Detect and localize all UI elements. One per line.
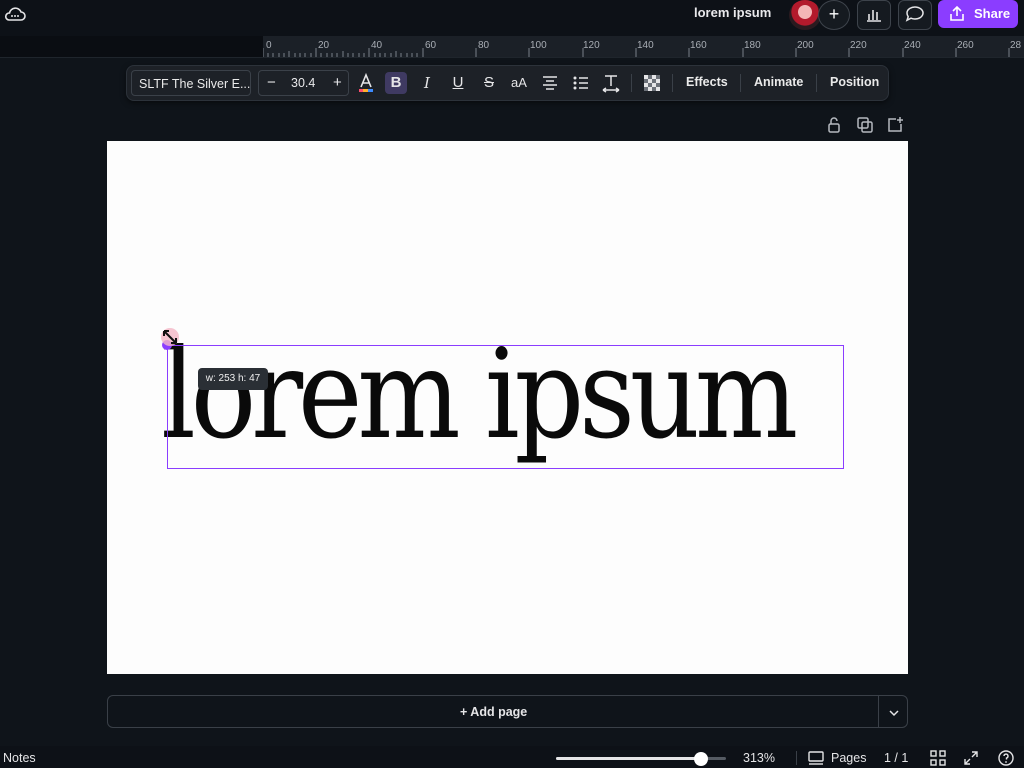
- pages-icon[interactable]: [808, 750, 824, 766]
- resize-cursor-icon: [161, 328, 179, 346]
- spacing-icon[interactable]: [600, 72, 622, 94]
- help-icon[interactable]: [998, 750, 1014, 766]
- grid-view-icon[interactable]: [930, 750, 946, 766]
- share-upload-icon: [950, 5, 964, 21]
- position-button[interactable]: Position: [830, 75, 879, 89]
- top-bar: lorem ipsum + Share: [0, 0, 1024, 36]
- document-title[interactable]: lorem ipsum: [694, 5, 771, 20]
- lock-icon[interactable]: [825, 116, 843, 134]
- insights-button[interactable]: [857, 0, 891, 30]
- toolbar-divider: [816, 74, 817, 92]
- ruler-ticks: [263, 48, 1010, 57]
- ruler: 0 20 40 60 80 100 120 140 160 180 200 22…: [0, 36, 1024, 58]
- toolbar-divider: [631, 74, 632, 92]
- strikethrough-icon[interactable]: S: [478, 72, 500, 94]
- font-size-stepper: − 30.4 +: [258, 70, 349, 96]
- duplicate-page-icon[interactable]: [856, 116, 874, 134]
- text-format-toolbar: SLTF The Silver E... − 30.4 + B I U S aA…: [126, 65, 889, 101]
- transparency-icon[interactable]: [641, 72, 663, 94]
- bullet-list-icon[interactable]: [570, 72, 592, 94]
- share-label: Share: [974, 6, 1011, 21]
- notes-button[interactable]: Notes: [3, 751, 36, 765]
- zoom-level[interactable]: 313%: [743, 751, 775, 765]
- selection-box[interactable]: [167, 345, 844, 469]
- comment-icon: [905, 6, 924, 22]
- zoom-slider-thumb[interactable]: [693, 752, 708, 766]
- fullscreen-icon[interactable]: [963, 750, 979, 766]
- font-size-input[interactable]: 30.4: [291, 76, 315, 90]
- chevron-down-icon: [889, 710, 899, 717]
- bar-chart-icon: [867, 10, 881, 22]
- page-indicator: 1 / 1: [884, 751, 909, 765]
- add-page-button[interactable]: + Add page: [107, 695, 879, 728]
- font-family-select[interactable]: SLTF The Silver E...: [131, 70, 251, 96]
- letter-case-icon[interactable]: aA: [508, 72, 530, 94]
- add-collaborator-button[interactable]: +: [818, 0, 850, 30]
- share-button[interactable]: Share: [938, 0, 1018, 28]
- cloud-sync-icon[interactable]: [4, 5, 26, 23]
- avatar[interactable]: [789, 0, 821, 30]
- align-center-icon[interactable]: [539, 72, 561, 94]
- comments-button[interactable]: [898, 0, 932, 30]
- animate-button[interactable]: Animate: [754, 75, 803, 89]
- bottom-bar: Notes 313% Pages 1 / 1: [0, 746, 1024, 768]
- pages-button[interactable]: Pages: [831, 751, 866, 765]
- increase-font-size-button[interactable]: +: [333, 74, 342, 91]
- zoom-slider-fill: [556, 757, 701, 760]
- toolbar-divider: [740, 74, 741, 92]
- text-color-icon[interactable]: [355, 72, 377, 94]
- bold-icon[interactable]: B: [385, 72, 407, 94]
- underline-icon[interactable]: U: [447, 72, 469, 94]
- effects-button[interactable]: Effects: [686, 75, 728, 89]
- italic-icon[interactable]: I: [416, 72, 438, 94]
- decrease-font-size-button[interactable]: −: [267, 74, 276, 91]
- add-page-options-button[interactable]: [878, 695, 908, 728]
- add-page-label: + Add page: [460, 705, 528, 719]
- footer-divider: [796, 751, 797, 765]
- add-page-icon[interactable]: [886, 116, 904, 134]
- toolbar-divider: [672, 74, 673, 92]
- dimension-tooltip: w: 253 h: 47: [198, 368, 268, 390]
